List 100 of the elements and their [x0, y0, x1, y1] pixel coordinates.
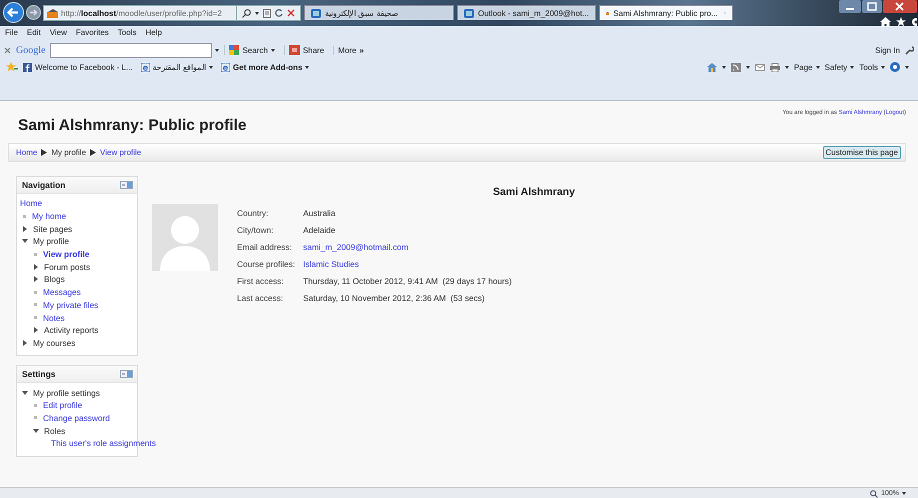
caret-icon[interactable] — [902, 492, 906, 495]
menu-item[interactable]: Edit — [26, 28, 41, 36]
breadcrumb-item[interactable]: Home — [16, 148, 38, 157]
bullet-icon — [34, 316, 37, 320]
command-button[interactable]: Tools — [859, 62, 885, 72]
browser-tab[interactable]: Sami Alshmrany: Public pro... — [598, 5, 733, 20]
field-link[interactable]: sami_m_2009@hotmail.com — [303, 242, 512, 252]
nav-link[interactable]: My home — [32, 211, 66, 222]
close-button[interactable] — [883, 0, 917, 13]
nav-branch[interactable]: Roles — [44, 426, 66, 436]
page-icon — [311, 8, 321, 18]
command-button[interactable]: Safety — [824, 62, 854, 72]
nav-link[interactable]: Notes — [43, 312, 65, 323]
nav-branch[interactable]: My courses — [33, 338, 76, 348]
google-logo: Google — [16, 44, 46, 56]
nav-link[interactable]: This user's role assignments — [51, 438, 156, 448]
share-logo-icon — [288, 45, 300, 55]
bullet-icon — [34, 303, 37, 306]
breadcrumb-item[interactable]: View profile — [100, 148, 142, 157]
caret-icon[interactable] — [905, 66, 909, 68]
nav-branch[interactable]: Blogs — [44, 274, 65, 284]
menu-item[interactable]: Tools — [118, 28, 136, 36]
nav-link[interactable]: Change password — [43, 412, 110, 423]
minimize-button[interactable] — [839, 0, 861, 13]
search-logo-icon — [229, 45, 240, 55]
caret-icon[interactable] — [255, 12, 259, 14]
dock-icon[interactable] — [120, 370, 133, 378]
forward-button[interactable] — [26, 5, 41, 20]
mail-icon[interactable] — [754, 62, 765, 72]
caret-icon[interactable] — [784, 66, 789, 68]
nav-branch[interactable]: My profile settings — [33, 388, 100, 398]
field-label: Country: — [237, 208, 270, 218]
expand-arrow-icon[interactable] — [34, 327, 38, 334]
menu-item[interactable]: File — [5, 28, 18, 36]
facebook-logo-icon — [23, 62, 32, 72]
block-title: Navigation — [22, 180, 66, 190]
help-icon[interactable] — [890, 62, 900, 72]
command-button[interactable]: Page — [794, 62, 820, 72]
search-button[interactable]: Search — [224, 45, 279, 55]
collapse-arrow-icon[interactable] — [33, 428, 39, 433]
field-link[interactable]: Islamic Studies — [303, 259, 512, 269]
nav-link[interactable]: View profile — [43, 249, 90, 260]
collapse-arrow-icon[interactable] — [22, 390, 28, 395]
favorite-link[interactable]: Get more Add-ons — [220, 62, 310, 72]
nav-link[interactable]: Edit profile — [43, 400, 82, 410]
gear-icon[interactable] — [911, 17, 917, 27]
nav-link[interactable]: My private files — [43, 300, 98, 310]
expand-arrow-icon[interactable] — [23, 340, 27, 346]
caret-icon[interactable] — [722, 66, 726, 68]
close-icon[interactable] — [4, 46, 11, 54]
nav-link[interactable]: Messages — [43, 287, 81, 298]
bullet-icon — [34, 416, 37, 420]
star-icon[interactable] — [896, 17, 906, 27]
caret-icon[interactable] — [746, 66, 750, 68]
stop-icon[interactable] — [287, 9, 295, 17]
moodle-logo-icon — [47, 8, 58, 18]
favorite-link[interactable]: Welcome to Facebook - L... — [23, 62, 133, 72]
dock-icon[interactable] — [120, 181, 133, 189]
zoom-icon[interactable] — [870, 490, 878, 498]
search-icon[interactable] — [242, 8, 251, 18]
feed-icon[interactable] — [730, 62, 741, 72]
expand-arrow-icon[interactable] — [23, 226, 27, 232]
favorites-star-icon[interactable] — [5, 62, 18, 72]
maximize-button[interactable] — [862, 0, 882, 13]
nav-branch[interactable]: Activity reports — [44, 325, 98, 336]
customise-button[interactable]: Customise this page — [822, 146, 901, 159]
caret-icon[interactable] — [305, 66, 310, 68]
wrench-icon[interactable] — [905, 46, 914, 54]
field-value: Saturday, 10 November 2012, 2:36 AM (53 secs) — [303, 293, 486, 303]
user-avatar-icon — [152, 204, 218, 271]
compatibility-icon[interactable] — [263, 8, 271, 18]
collapse-arrow-icon[interactable] — [22, 239, 28, 244]
field-label: Email address: — [237, 242, 293, 252]
home-feeds-icon[interactable] — [706, 62, 717, 72]
address-field[interactable]: http://localhost/moodle/user/profile.php?id=2 — [43, 5, 237, 21]
menu-item[interactable]: Help — [145, 28, 162, 36]
caret-icon[interactable] — [215, 48, 220, 52]
home-icon[interactable] — [880, 17, 891, 27]
user-name: Sami Alshmrany — [492, 186, 576, 198]
expand-arrow-icon[interactable] — [34, 264, 38, 270]
search-field[interactable] — [50, 42, 212, 58]
nav-link[interactable]: Home — [20, 198, 42, 208]
field-value: Thursday, 11 October 2012, 9:41 AM (29 days 17 hours) — [303, 276, 512, 286]
print-icon[interactable] — [770, 62, 780, 72]
refresh-icon[interactable] — [275, 9, 283, 17]
menu-item[interactable]: Favorites — [76, 28, 109, 36]
page-title: Sami Alshmrany: Public profile — [18, 117, 247, 135]
back-button[interactable] — [3, 2, 24, 23]
browser-tab[interactable]: صحيفة سبق الإلكترونية — [304, 5, 454, 20]
nav-branch[interactable]: Forum posts — [44, 262, 90, 272]
share-button[interactable]: Share — [284, 45, 328, 55]
menu-item[interactable]: View — [50, 28, 67, 36]
browser-tab[interactable]: Outlook - sami_m_2009@hot... — [457, 5, 596, 20]
favorite-link[interactable]: المواقع المقترحة — [140, 62, 213, 72]
caret-icon[interactable] — [208, 66, 213, 68]
sign-in-link[interactable]: Sign In — [875, 46, 900, 54]
more-button[interactable]: More » — [333, 46, 368, 54]
expand-arrow-icon[interactable] — [34, 276, 38, 282]
nav-branch[interactable]: Site pages — [33, 224, 72, 234]
nav-branch[interactable]: My profile — [33, 236, 69, 246]
